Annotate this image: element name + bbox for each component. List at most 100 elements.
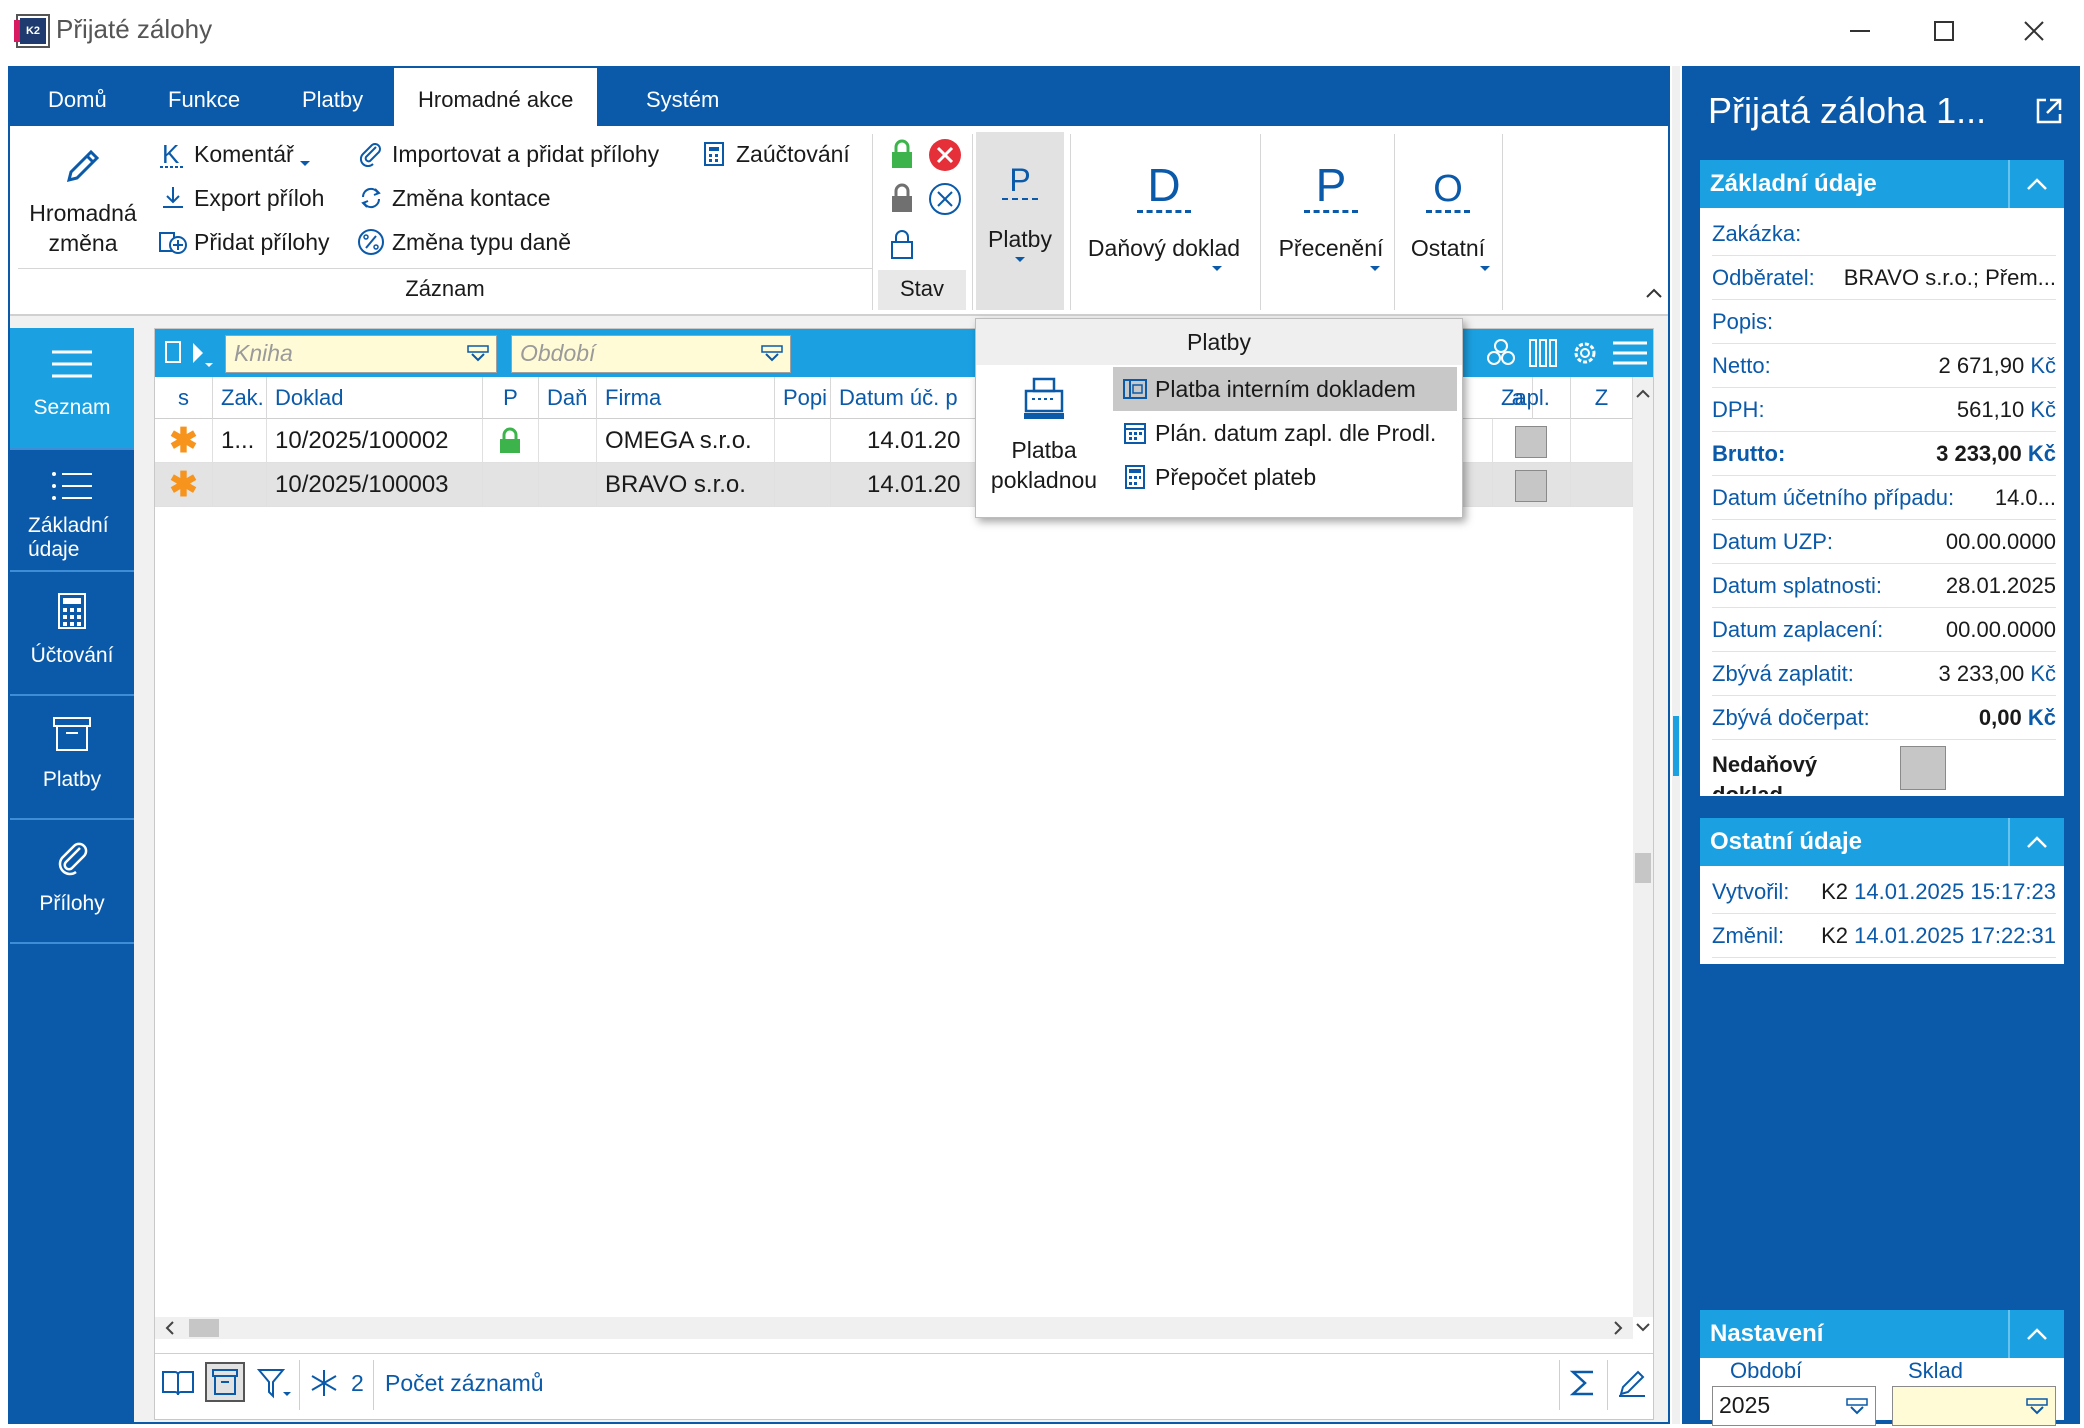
col-firma[interactable]: Firma — [597, 377, 775, 419]
book-button[interactable] — [161, 1368, 195, 1398]
col-popis[interactable]: Popi — [775, 377, 831, 419]
platby-big-button[interactable]: P Platby — [976, 132, 1064, 310]
col-zapl[interactable]: Zapl. — [1493, 377, 1571, 419]
edit-button[interactable] — [1617, 1368, 1647, 1398]
field-dph[interactable]: DPH: 561,10 Kč — [1712, 388, 2056, 432]
scroll-down-button[interactable] — [1633, 1319, 1653, 1337]
document-menu-button[interactable] — [163, 337, 213, 369]
red-cancel-button[interactable] — [928, 138, 962, 172]
preceneni-button[interactable]: P Přecenění — [1266, 132, 1396, 310]
splitter-handle[interactable] — [1673, 716, 1679, 776]
field-popis[interactable]: Popis: — [1712, 300, 2056, 344]
horizontal-scrollbar[interactable] — [155, 1317, 1633, 1339]
splitter[interactable] — [1672, 66, 1680, 1424]
komentar-button[interactable]: K Komentář — [158, 134, 312, 174]
close-button[interactable] — [2004, 10, 2064, 52]
col-z[interactable]: Z — [1571, 377, 1633, 419]
grey-lock-button[interactable] — [888, 182, 916, 214]
field-netto[interactable]: Netto: 2 671,90 Kč — [1712, 344, 2056, 388]
field-odberatel[interactable]: Odběratel: BRAVO s.r.o.; Přem... — [1712, 256, 2056, 300]
minimize-button[interactable] — [1830, 10, 1890, 52]
status-bar: 2 Počet záznamů — [155, 1353, 1653, 1419]
chevron-up-icon[interactable] — [2008, 160, 2064, 208]
zmena-typu-dane-button[interactable]: Změna typu daně — [356, 222, 571, 262]
dropdown-icon — [761, 345, 783, 362]
danovy-doklad-button[interactable]: D Daňový doklad — [1074, 132, 1254, 310]
field-zbyva-docerpat[interactable]: Zbývá dočerpat: 0,00 Kč — [1712, 696, 2056, 740]
nav-seznam[interactable]: Seznam — [10, 328, 134, 450]
maximize-button[interactable] — [1914, 10, 1974, 52]
archive-toggle-button[interactable] — [205, 1362, 245, 1402]
scroll-thumb[interactable] — [189, 1319, 219, 1337]
col-zak[interactable]: Zak. — [213, 377, 267, 419]
field-zakazka[interactable]: Zakázka: — [1712, 212, 2056, 256]
menu-button[interactable] — [1611, 337, 1649, 369]
checkbox[interactable] — [1515, 469, 1547, 502]
col-p[interactable]: P — [483, 377, 539, 419]
field-zmenil: Změnil: K2 14.01.2025 17:22:31 — [1712, 914, 2056, 958]
doc-arrow-icon — [165, 341, 213, 367]
scroll-thumb[interactable] — [1635, 853, 1651, 883]
col-doklad[interactable]: Doklad — [267, 377, 483, 419]
zmena-kontace-button[interactable]: Změna kontace — [356, 178, 551, 218]
chevron-up-icon[interactable] — [2008, 1310, 2064, 1358]
nastaveni-header[interactable]: Nastavení — [1700, 1310, 2064, 1358]
sklad-select[interactable] — [1892, 1386, 2056, 1426]
col-s[interactable]: s — [155, 377, 213, 419]
detail-title: Přijatá záloha 1... — [1708, 90, 1987, 131]
tab-platby[interactable]: Platby — [278, 68, 387, 126]
export-priloh-button[interactable]: Export příloh — [158, 178, 324, 218]
ostatni-udaje-header[interactable]: Ostatní údaje — [1700, 818, 2064, 866]
bulk-select-button[interactable] — [1485, 337, 1517, 369]
unlock-button[interactable] — [888, 228, 916, 260]
zakladni-udaje-body: Zakázka: Odběratel: BRAVO s.r.o.; Přem...… — [1700, 208, 2064, 796]
green-lock-button[interactable] — [888, 138, 916, 170]
menu-item-prepocet-plateb[interactable]: Přepočet plateb — [1113, 455, 1457, 499]
zauctovani-button[interactable]: Zaúčtování — [700, 134, 850, 174]
nav-zakladni-udaje[interactable]: Základní údaje — [10, 450, 134, 572]
field-datum-uzp[interactable]: Datum UZP: 00.00.0000 — [1712, 520, 2056, 564]
ostatni-button[interactable]: O Ostatní — [1398, 132, 1498, 310]
ribbon-separator — [972, 134, 973, 310]
nav-platby[interactable]: Platby — [10, 698, 134, 820]
tab-funkce[interactable]: Funkce — [144, 68, 264, 126]
zakladni-udaje-header[interactable]: Základní údaje — [1700, 160, 2064, 208]
field-datum-splatnosti[interactable]: Datum splatnosti: 28.01.2025 — [1712, 564, 2056, 608]
nav-uctovani[interactable]: Účtování — [10, 574, 134, 696]
col-dan[interactable]: Daň — [539, 377, 597, 419]
field-zbyva-zaplatit[interactable]: Zbývá zaplatit: 3 233,00 Kč — [1712, 652, 2056, 696]
platba-pokladnou-button[interactable]: Platba pokladnou — [980, 377, 1108, 495]
hromadna-zmena-button[interactable]: Hromadná změna — [18, 144, 148, 258]
ostatni-udaje-body: Vytvořil: K2 14.01.2025 15:17:23 Změnil: K… — [1700, 866, 2064, 964]
obdobi-filter-input[interactable]: Období — [511, 335, 791, 373]
field-brutto[interactable]: Brutto: 3 233,00 Kč — [1712, 432, 2056, 476]
columns-button[interactable] — [1527, 337, 1559, 369]
cancel-outline-button[interactable] — [928, 182, 962, 216]
cell-popis — [775, 419, 831, 463]
chevron-up-icon[interactable] — [2008, 818, 2064, 866]
importovat-button[interactable]: Importovat a přidat přílohy — [356, 134, 659, 174]
cancel-red-icon — [929, 139, 961, 171]
tab-hromadne-akce[interactable]: Hromadné akce — [394, 68, 598, 126]
menu-item-platba-internim-dokladem[interactable]: Platba interním dokladem — [1113, 367, 1457, 411]
ribbon-separator — [1070, 134, 1071, 310]
field-datum-ucetniho-pripadu[interactable]: Datum účetního případu: 14.0... — [1712, 476, 2056, 520]
nav-prilohy[interactable]: Přílohy — [10, 822, 134, 944]
ribbon-separator — [1502, 134, 1503, 310]
vertical-scrollbar[interactable] — [1633, 377, 1653, 1317]
nedanovy-doklad-checkbox[interactable] — [1900, 746, 1946, 790]
tab-system[interactable]: Systém — [622, 68, 743, 126]
popout-button[interactable] — [2034, 96, 2064, 126]
menu-item-plan-datum-zapl[interactable]: Plán. datum zapl. dle Prodl. — [1113, 411, 1457, 455]
kniha-filter-input[interactable]: Kniha — [225, 335, 497, 373]
checkbox[interactable] — [1515, 425, 1547, 458]
field-datum-zaplaceni[interactable]: Datum zaplacení: 00.00.0000 — [1712, 608, 2056, 652]
filter-button[interactable] — [257, 1368, 293, 1400]
collapse-ribbon-button[interactable] — [1644, 286, 1664, 300]
settings-button[interactable] — [1569, 337, 1601, 369]
pridat-prilohy-button[interactable]: Přidat přílohy — [158, 222, 330, 262]
tab-domu[interactable]: Domů — [24, 68, 131, 126]
status-separator — [1559, 1360, 1560, 1410]
sum-button[interactable] — [1569, 1368, 1597, 1398]
obdobi-select[interactable]: 2025 — [1712, 1386, 1876, 1426]
